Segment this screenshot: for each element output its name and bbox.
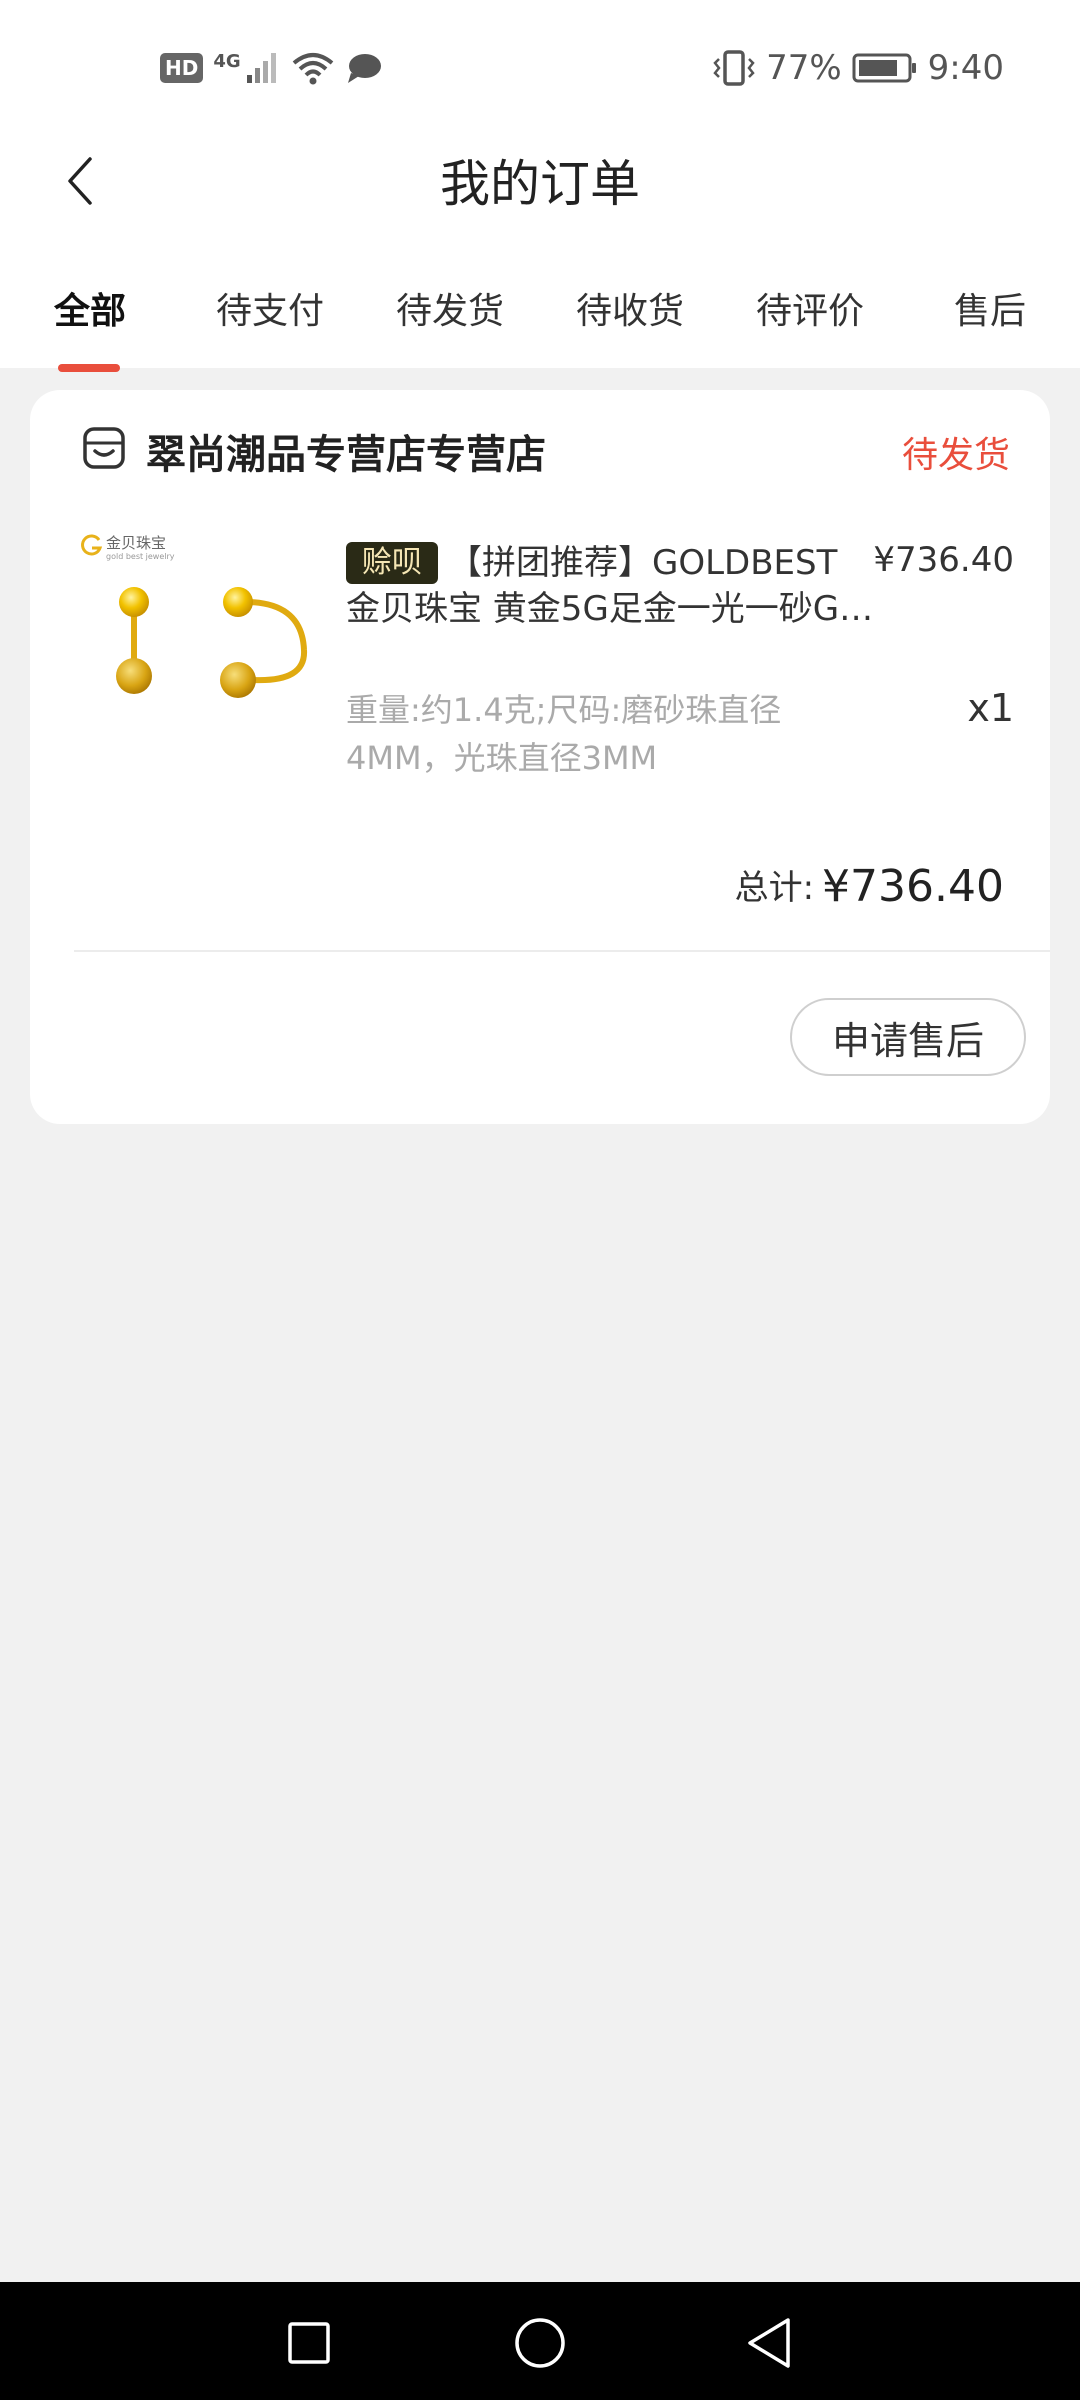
order-tabs: 全部 待支付 待发货 待收货 待评价 售后 — [0, 268, 1080, 372]
product-title-line1: 【拼团推荐】GOLDBEST — [448, 543, 838, 583]
earrings-picture-icon — [116, 587, 308, 698]
order-status: 待发货 — [901, 435, 1010, 476]
wifi-icon — [292, 53, 333, 85]
product-image[interactable]: 金贝珠宝 gold best jewelry — [78, 520, 328, 740]
product-title[interactable]: 赊呗 【拼团推荐】GOLDBEST 金贝珠宝 黄金5G足金一光一砂G… — [346, 540, 906, 632]
tab-aftersale[interactable]: 售后 — [920, 282, 1060, 334]
shop-icon — [83, 427, 125, 469]
quantity: x1 — [967, 686, 1014, 730]
system-navigation-bar — [0, 2282, 1080, 2400]
status-left-icons: HD 4G — [160, 48, 383, 88]
status-bar: HD 4G 77% 9:40 — [0, 0, 1080, 130]
order-total: 总计: ¥736.40 — [735, 860, 1004, 912]
product-title-line2: 金贝珠宝 黄金5G足金一光一砂G… — [346, 589, 874, 629]
page-title: 我的订单 — [440, 155, 640, 213]
tab-pending-review[interactable]: 待评价 — [740, 282, 880, 334]
message-notification-icon — [347, 54, 381, 83]
shop-name[interactable]: 翠尚潮品专营店专营店 — [146, 422, 546, 480]
hd-badge: HD — [160, 53, 204, 83]
tab-pending-receipt[interactable]: 待收货 — [560, 282, 700, 334]
unit-price: ¥736.40 — [873, 540, 1014, 580]
status-right-icons: 77% 9:40 — [712, 44, 1004, 92]
vibrate-icon — [713, 50, 755, 86]
apply-aftersale-button[interactable]: 申请售后 — [790, 998, 1026, 1076]
home-button[interactable] — [505, 2308, 575, 2378]
page-header: 我的订单 — [0, 130, 1080, 230]
square-icon — [288, 2322, 330, 2364]
battery-icon — [852, 53, 916, 83]
network-type-label: 4G — [213, 50, 241, 72]
total-value: ¥736.40 — [822, 861, 1004, 912]
product-spec: 重量:约1.4克;尺码:磨砂珠直径4MM，光珠直径3MM — [346, 691, 782, 777]
clock: 9:40 — [927, 48, 1004, 88]
active-tab-indicator — [58, 364, 120, 372]
tab-all[interactable]: 全部 — [20, 282, 160, 334]
tab-pending-shipment[interactable]: 待发货 — [380, 282, 520, 334]
triangle-back-icon — [748, 2318, 790, 2368]
tab-pending-payment[interactable]: 待支付 — [200, 282, 340, 334]
order-card[interactable]: 翠尚潮品专营店专营店 待发货 金贝珠宝 gold best jewelry 赊呗… — [30, 390, 1050, 1124]
total-label: 总计: — [734, 868, 815, 908]
cellular-signal-icon — [246, 53, 276, 83]
battery-percent: 77% — [766, 48, 842, 88]
recents-button[interactable] — [274, 2308, 344, 2378]
credit-tag: 赊呗 — [346, 542, 438, 584]
circle-icon — [515, 2318, 565, 2368]
back-nav-button[interactable] — [734, 2308, 804, 2378]
divider — [74, 950, 1050, 952]
